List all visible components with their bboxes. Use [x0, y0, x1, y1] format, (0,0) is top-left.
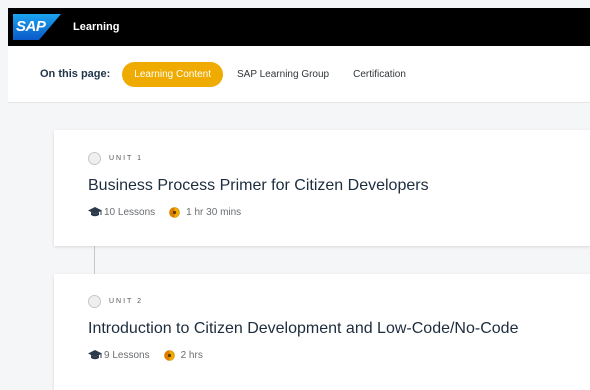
lessons-count: 10 Lessons	[104, 206, 156, 218]
duration: 1 hr 30 mins	[186, 206, 242, 218]
unit-status-circle-icon	[88, 152, 101, 165]
unit-label: UNIT 2	[109, 298, 144, 305]
unit-header: UNIT 2	[88, 295, 143, 308]
on-this-page-nav: On this page: Learning Content SAP Learn…	[8, 46, 590, 103]
unit-card-1[interactable]: UNIT 1 Business Process Primer for Citiz…	[54, 130, 590, 246]
graduation-cap-icon	[88, 207, 102, 217]
unit-header: UNIT 1	[88, 152, 143, 165]
duration: 2 hrs	[180, 349, 203, 361]
unit-card-2[interactable]: UNIT 2 Introduction to Citizen Developme…	[54, 274, 590, 390]
unit-label: UNIT 1	[109, 155, 144, 162]
nav-learning-content[interactable]: Learning Content	[122, 61, 224, 87]
app-title[interactable]: Learning	[73, 21, 119, 33]
on-this-page-label: On this page:	[40, 68, 111, 80]
lessons-count: 9 Lessons	[104, 349, 150, 361]
unit-meta: 10 Lessons 1 hr 30 mins	[88, 206, 241, 218]
clock-icon	[163, 349, 175, 361]
nav-certification[interactable]: Certification	[343, 62, 416, 87]
unit-meta: 9 Lessons 2 hrs	[88, 349, 203, 361]
nav-sap-learning-group[interactable]: SAP Learning Group	[227, 62, 339, 87]
graduation-cap-icon	[88, 350, 102, 360]
sap-logo-text: SAP	[16, 18, 46, 35]
unit-status-circle-icon	[88, 295, 101, 308]
clock-icon	[169, 206, 180, 218]
unit-title[interactable]: Introduction to Citizen Development and …	[88, 320, 518, 338]
unit-title[interactable]: Business Process Primer for Citizen Deve…	[88, 177, 429, 195]
sap-logo[interactable]: SAP	[13, 14, 61, 40]
top-header-bar: SAP Learning	[8, 8, 590, 46]
